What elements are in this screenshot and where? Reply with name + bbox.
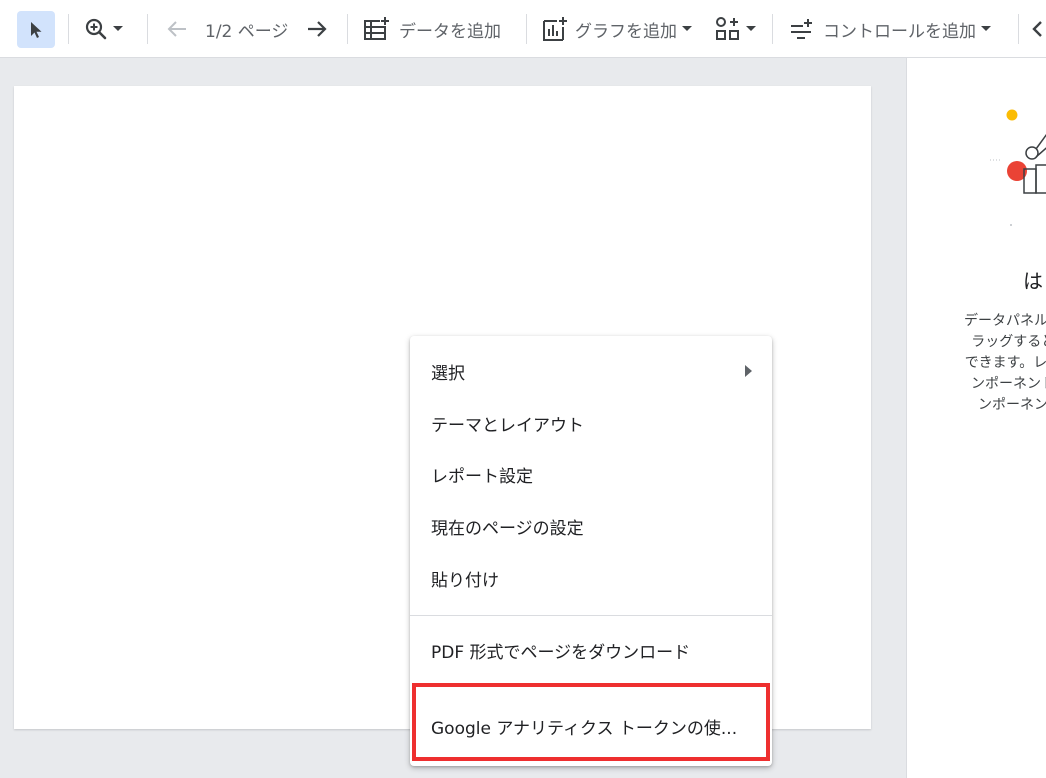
add-data-button[interactable]: データを追加 xyxy=(363,0,501,58)
toolbar-divider xyxy=(347,14,348,44)
add-control-icon xyxy=(791,19,812,39)
menu-item-label: 選択 xyxy=(431,363,465,384)
menu-item-paste[interactable]: 貼り付け xyxy=(410,554,772,602)
toolbar: 1/2 ページ データを追加 グラフを追加 コントロールを追加 xyxy=(0,0,1046,58)
panel-description-line: ンポーネント xyxy=(978,397,1046,413)
toolbar-divider xyxy=(68,14,69,44)
menu-item-select[interactable]: 選択 xyxy=(410,347,772,395)
chevron-down-icon xyxy=(113,26,123,31)
toolbar-divider xyxy=(526,14,527,44)
arrow-right-icon xyxy=(308,21,327,37)
select-tool-button[interactable] xyxy=(17,11,55,48)
chevron-down-icon xyxy=(682,26,692,31)
toolbar-divider xyxy=(1018,14,1019,44)
menu-divider xyxy=(410,615,772,616)
chevron-left-icon xyxy=(1032,21,1042,37)
menu-item-label: PDF 形式でページをダウンロード xyxy=(431,642,691,663)
panel-description: データパネルの項 ラッグすると、 できます。レポー ンポーネントを ンポーネント xyxy=(907,311,1046,416)
menu-item-label: 現在のページの設定 xyxy=(431,518,584,539)
chevron-down-icon xyxy=(981,26,991,31)
menu-item-label: 貼り付け xyxy=(431,570,499,591)
panel-description-line: ンポーネントを xyxy=(971,376,1046,392)
toolbar-divider xyxy=(147,14,148,44)
add-component-icon xyxy=(716,17,739,40)
add-component-button[interactable] xyxy=(715,0,756,58)
zoom-button[interactable] xyxy=(84,0,123,58)
page-indicator: 1/2 ページ xyxy=(205,21,289,42)
menu-item-report-settings[interactable]: レポート設定 xyxy=(410,450,772,498)
cursor-arrow-icon xyxy=(31,21,42,38)
add-control-button[interactable]: コントロールを追加 xyxy=(789,0,991,58)
menu-item-label: レポート設定 xyxy=(431,466,533,487)
highlight-annotation xyxy=(412,683,770,761)
menu-item-theme-layout[interactable]: テーマとレイアウト xyxy=(410,399,772,447)
toolbar-divider xyxy=(772,14,773,44)
menu-item-current-page-settings[interactable]: 現在のページの設定 xyxy=(410,502,772,550)
add-chart-label: グラフを追加 xyxy=(575,21,677,42)
next-page-button[interactable] xyxy=(305,0,329,58)
add-control-label: コントロールを追加 xyxy=(823,21,976,42)
panel-description-line: データパネルの項 xyxy=(964,313,1046,329)
zoom-in-icon xyxy=(85,18,107,40)
add-chart-button[interactable]: グラフを追加 xyxy=(541,0,692,58)
arrow-left-icon xyxy=(167,21,186,37)
panel-description-line: ラッグすると、 xyxy=(971,334,1046,350)
chart-illustration-icon xyxy=(990,109,1046,226)
panel-description-line: できます。レポー xyxy=(964,355,1046,371)
menu-item-download-pdf[interactable]: PDF 形式でページをダウンロード xyxy=(410,626,772,674)
panel-title: はじ xyxy=(1023,269,1046,293)
getting-started-panel: はじ データパネルの項 ラッグすると、 できます。レポー ンポーネントを ンポー… xyxy=(906,58,1046,778)
menu-item-label: テーマとレイアウト xyxy=(431,415,584,436)
add-chart-icon xyxy=(543,17,567,41)
submenu-arrow-icon xyxy=(745,365,752,377)
toolbar-overflow-button[interactable] xyxy=(1030,0,1044,58)
add-data-label: データを追加 xyxy=(399,21,501,42)
previous-page-button[interactable] xyxy=(165,0,189,58)
chevron-down-icon xyxy=(746,26,756,31)
add-data-icon xyxy=(364,16,390,40)
